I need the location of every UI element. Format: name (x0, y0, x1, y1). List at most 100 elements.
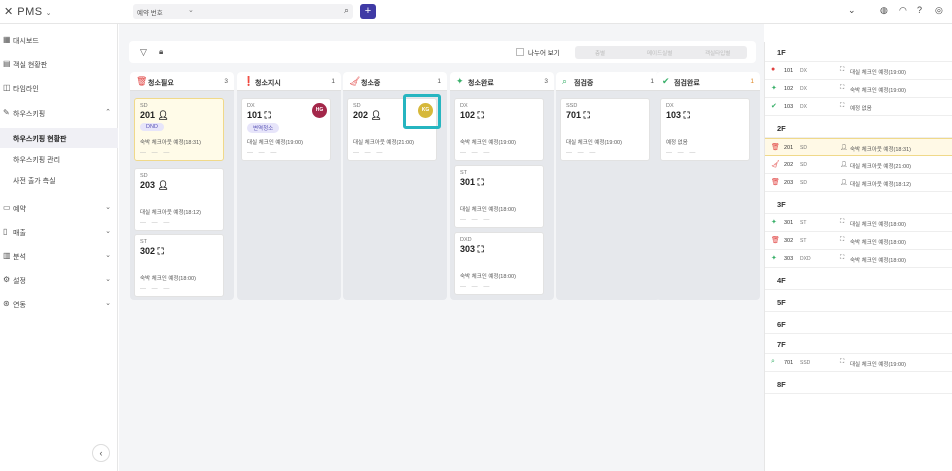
sidebar-item-housekeeping-board[interactable]: 하우스키핑 현황판 (0, 128, 118, 148)
placeholder-dashes: — — — (666, 150, 698, 156)
sparkle-icon: ✦ (456, 76, 464, 86)
room-card[interactable]: DXD 303 ⛶ 숙박 체크인 예정(18:00) — — — (454, 232, 544, 295)
column-cleaning-ordered: ❗ 청소지시 1 DX 101 ⛶ HG 변역청소 대실 체크인 예정(19:0… (237, 72, 341, 300)
room-card[interactable]: DX 101 ⛶ HG 변역청소 대실 체크인 예정(19:00) — — — (241, 98, 331, 161)
room-number: 101 ⛶ (247, 110, 271, 120)
check-circle-icon: ✔ (662, 76, 670, 86)
split-view-checkbox[interactable] (516, 48, 524, 56)
floor-header: 3F (765, 194, 952, 214)
room-number: 202 👤︎ (353, 110, 382, 120)
sidebar-item-housekeeping[interactable]: ✎ 하우스키핑 ⌃ (0, 103, 118, 123)
vacant-icon: ⛶ (264, 110, 271, 120)
sidebar-item-settings[interactable]: ⚙ 설정 ⌄ (0, 270, 118, 290)
room-card[interactable]: ST 301 ⛶ 대실 체크인 예정(18:00) — — — (454, 165, 544, 228)
room-number: 203 👤︎ (140, 180, 169, 190)
lock-icon[interactable]: 🔒︎ (159, 47, 163, 57)
chart-icon: ▥ (3, 251, 11, 260)
floor-panel: 1F ● 101 DX ⛶ 대실 체크인 예정(19:00) ✦ 102 DX ⛶ 숙박 체크인… (764, 42, 952, 471)
grid-icon: ▦ (3, 35, 11, 44)
search-bar[interactable]: 예약 번호 ⌄ ⌕ (133, 4, 353, 19)
filter-icon[interactable]: ▽ (140, 47, 147, 58)
column-title: 청소중 (361, 80, 381, 87)
globe-icon[interactable]: ◍ (880, 5, 888, 16)
person-icon: 👤︎ (840, 180, 848, 186)
sidebar-item-integration[interactable]: ⊛ 연동 ⌄ (0, 294, 118, 314)
room-number: 103 ⛶ (666, 110, 690, 120)
floor-room-row[interactable]: ✔ 103 DX ⛶ 예정 없음 (765, 98, 952, 116)
help-icon[interactable]: ? (917, 5, 922, 15)
search-icon[interactable]: ⌕ (344, 5, 349, 16)
column-inspecting: ⌕ 점검중 1 SSD 701 ⛶ 대실 체크인 예정(19:00) — — — (556, 72, 660, 300)
vacant-icon: ⛶ (840, 85, 845, 91)
chevron-down-icon[interactable]: ⌄ (848, 5, 856, 16)
column-header: ✦ 청소완료 3 (450, 72, 554, 91)
sidebar-item-dashboard[interactable]: ▦ 대시보드 (0, 30, 118, 50)
floor-room-row[interactable]: ● 101 DX ⛶ 대실 체크인 예정(19:00) (765, 62, 952, 80)
placeholder-dashes: — — — (566, 150, 598, 156)
sidebar-item-pre-checkout[interactable]: 사전 출가 측실 (0, 170, 118, 190)
column-header: ❗ 청소지시 1 (237, 72, 341, 91)
vacant-icon: ⛶ (157, 246, 164, 256)
add-button[interactable]: + (360, 4, 376, 19)
calendar-icon: ▭ (3, 203, 11, 212)
gear-icon: ⚙ (3, 275, 11, 284)
vacant-icon: ⛶ (840, 255, 845, 261)
placeholder-dashes: — — — (460, 217, 492, 223)
room-card[interactable]: SSD 701 ⛶ 대실 체크인 예정(19:00) — — — (560, 98, 650, 161)
chevron-down-icon: ⌄ (45, 10, 52, 17)
person-icon: 👤︎ (157, 110, 169, 120)
chevron-up-icon: ⌃ (105, 109, 111, 116)
seg-maid[interactable]: 메이드실별 (647, 49, 672, 57)
card-note: 숙박 체크아웃 예정(18:31) (140, 140, 201, 146)
sidebar-item-sales[interactable]: ▯ 매출 ⌄ (0, 222, 118, 242)
card-note: 대실 체크인 예정(19:00) (566, 140, 622, 146)
floor-room-row[interactable]: ✦ 102 DX ⛶ 숙박 체크인 예정(19:00) (765, 80, 952, 98)
app-logo[interactable]: ✕ PMS ⌄ (4, 5, 52, 18)
split-view-toggle[interactable]: 나누어 보기 (516, 47, 560, 57)
floor-header: 8F (765, 374, 952, 394)
trash-icon: 🗑︎ (771, 144, 780, 151)
room-type: ST (140, 239, 148, 245)
settings-icon[interactable]: ◎ (935, 5, 943, 16)
sidebar-item-housekeeping-manage[interactable]: 하우스키핑 관리 (0, 149, 118, 169)
floor-header: 5F (765, 292, 952, 312)
split-view-label: 나누어 보기 (528, 50, 560, 57)
room-card[interactable]: DX 103 ⛶ 예정 없음 — — — (660, 98, 750, 161)
wifi-icon[interactable]: ◠ (899, 5, 907, 16)
sidebar-item-reservation[interactable]: ▭ 예약 ⌄ (0, 198, 118, 218)
room-card[interactable]: SD 201 👤︎ DND 숙박 체크아웃 예정(18:31) — — — (134, 98, 224, 161)
floor-room-row[interactable]: 🗑︎ 203 SD 👤︎ 대실 체크아웃 예정(18:12) (765, 174, 952, 192)
chevron-left-icon: ‹ (99, 448, 103, 458)
floor-room-row[interactable]: ⌕ 701 SSD ⛶ 대실 체크인 예정(19:00) (765, 354, 952, 372)
person-icon: 👤︎ (157, 180, 169, 190)
placeholder-dashes: — — — (460, 284, 492, 290)
avatar[interactable]: HG (312, 103, 327, 118)
room-card[interactable]: ST 302 ⛶ 숙박 체크인 예정(18:00) — — — (134, 234, 224, 297)
collapse-sidebar-button[interactable]: ‹ (92, 444, 110, 462)
receipt-icon: ▯ (3, 227, 8, 236)
board-toolbar: ▽ 🔒︎ 나누어 보기 층별 메이드실별 객실타입별 (129, 41, 756, 63)
placeholder-dashes: — — — (460, 150, 492, 156)
floor-room-row[interactable]: 🗑︎ 302 ST ⛶ 숙박 체크인 예정(18:00) (765, 232, 952, 250)
floor-room-row[interactable]: 🗑︎ 201 SD 👤︎ 숙박 체크아웃 예정(18:31) (765, 138, 952, 156)
floor-header: 6F (765, 314, 952, 334)
chevron-down-icon[interactable]: ⌄ (188, 6, 194, 14)
floor-room-row[interactable]: ✦ 303 DXD ⛶ 숙박 체크인 예정(18:00) (765, 250, 952, 268)
sidebar-item-analytics[interactable]: ▥ 분석 ⌄ (0, 246, 118, 266)
vacant-icon: ⛶ (477, 177, 484, 187)
floor-room-row[interactable]: 🧹︎ 202 SD 👤︎ 대실 체크아웃 예정(21:00) (765, 156, 952, 174)
seg-floor[interactable]: 층별 (595, 49, 605, 57)
view-segmented-control: 층별 메이드실별 객실타입별 (575, 46, 747, 59)
seg-roomtype[interactable]: 객실타입별 (705, 49, 730, 57)
room-card[interactable]: SD 203 👤︎ 대실 체크아웃 예정(18:12) — — — (134, 168, 224, 231)
floor-room-row[interactable]: ✦ 301 ST ⛶ 대실 체크인 예정(18:00) (765, 214, 952, 232)
room-card[interactable]: DX 102 ⛶ 숙박 체크인 예정(19:00) — — — (454, 98, 544, 161)
room-type: DX (247, 103, 255, 109)
card-note: 숙박 체크인 예정(19:00) (460, 140, 516, 146)
link-icon: ⊛ (3, 299, 10, 308)
room-type: DX (460, 103, 468, 109)
sidebar-item-room-board[interactable]: ▤ 객실 현황판 (0, 54, 118, 74)
sidebar-item-timeline[interactable]: ◫ 타임라인 (0, 78, 118, 98)
trash-icon: 🗑︎ (136, 76, 148, 86)
search-input[interactable]: 예약 번호 (137, 7, 163, 17)
